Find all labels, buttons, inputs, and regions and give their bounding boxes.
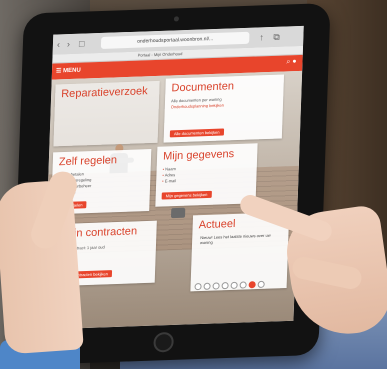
back-icon[interactable]: ‹ bbox=[57, 39, 67, 49]
card-documenten[interactable]: Documenten Alle documenten per woning On… bbox=[163, 74, 285, 143]
photo-scene: ‹ › □ onderhoudsportaal.woonbron.nl/... … bbox=[0, 0, 387, 369]
carousel-dot[interactable] bbox=[203, 282, 211, 290]
card-title-actueel: Actueel bbox=[198, 217, 236, 232]
list-item: E-mail bbox=[162, 178, 177, 184]
header-icons: ⌕ ● bbox=[286, 58, 296, 66]
carousel-dot[interactable] bbox=[194, 282, 202, 291]
card-title-reparatieverzoek: Reparatieverzoek bbox=[60, 85, 148, 101]
documenten-button[interactable]: Alle documenten bekijken bbox=[169, 128, 224, 138]
tab-title[interactable]: Portaal - Mijn Onderhoud bbox=[138, 51, 183, 58]
search-icon[interactable]: ⌕ bbox=[286, 58, 290, 65]
carousel-dot[interactable] bbox=[257, 280, 265, 289]
card-title-mijn-gegevens: Mijn gegevens bbox=[162, 148, 235, 163]
home-button[interactable] bbox=[153, 331, 174, 353]
carousel-dot[interactable] bbox=[212, 282, 220, 290]
tablet-screen: ‹ › □ onderhoudsportaal.woonbron.nl/... … bbox=[42, 25, 304, 330]
carousel-dot[interactable] bbox=[221, 282, 229, 290]
bookmark-icon[interactable]: □ bbox=[79, 38, 89, 49]
share-icon[interactable]: ↑ bbox=[259, 32, 269, 42]
card-reparatieverzoek[interactable]: Reparatieverzoek bbox=[53, 80, 160, 174]
carousel-dot-active[interactable] bbox=[248, 281, 256, 289]
mijn-gegevens-button[interactable]: Mijn gegevens bekijken bbox=[161, 190, 212, 200]
forward-icon[interactable]: › bbox=[67, 39, 77, 49]
user-icon[interactable]: ● bbox=[292, 58, 296, 65]
url-field[interactable]: onderhoudsportaal.woonbron.nl/... bbox=[100, 31, 250, 49]
card-title-zelf-regelen: Zelf regelen bbox=[58, 154, 118, 169]
tabs-icon[interactable]: ⧉ bbox=[273, 32, 283, 42]
truck-icon bbox=[170, 207, 186, 219]
card-title-documenten: Documenten bbox=[171, 80, 235, 95]
menu-button[interactable]: ☰ MENU bbox=[56, 67, 81, 75]
mijn-gegevens-list: Naam Adres E-mail bbox=[162, 166, 177, 184]
documenten-link[interactable]: Onderhoudsplanning bekijken bbox=[171, 103, 224, 110]
carousel-dot[interactable] bbox=[239, 281, 247, 289]
camera-icon bbox=[173, 16, 180, 22]
carousel-dot[interactable] bbox=[230, 281, 238, 289]
